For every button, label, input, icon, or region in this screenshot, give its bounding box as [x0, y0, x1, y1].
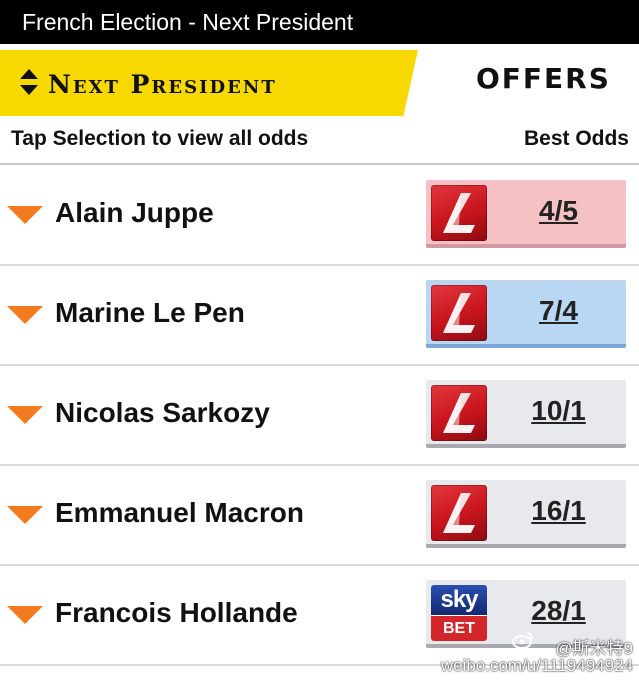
selection-row[interactable]: Nicolas Sarkozy 10/1: [0, 366, 639, 466]
list-subheader: Tap Selection to view all odds Best Odds: [0, 116, 639, 165]
ladbrokes-l-icon: [431, 485, 487, 541]
selection-row[interactable]: Marine Le Pen 7/4: [0, 266, 639, 366]
selection-row[interactable]: Francois Hollande sky BET 28/1: [0, 566, 639, 666]
candidate-name[interactable]: Alain Juppe: [55, 196, 214, 230]
selection-row[interactable]: Alain Juppe 4/5: [0, 166, 639, 266]
candidate-name[interactable]: Marine Le Pen: [55, 296, 245, 330]
weibo-logo-icon: [512, 632, 533, 649]
ladbrokes-l-icon: [431, 285, 487, 341]
odds-value[interactable]: 4/5: [496, 194, 621, 228]
candidate-name[interactable]: Emmanuel Macron: [55, 496, 304, 530]
odds-value[interactable]: 28/1: [496, 594, 621, 628]
tab-next-president[interactable]: Next President: [0, 50, 418, 116]
sky-bet-icon: sky BET: [431, 585, 487, 641]
best-odds-button[interactable]: 10/1: [426, 380, 626, 448]
expand-arrow-icon[interactable]: [7, 406, 43, 424]
sort-updown-icon: [20, 69, 38, 95]
tab-next-president-label: Next President: [48, 70, 277, 99]
best-odds-button[interactable]: 16/1: [426, 480, 626, 548]
best-odds-button[interactable]: 4/5: [426, 180, 626, 248]
candidate-name[interactable]: Francois Hollande: [55, 596, 298, 630]
expand-arrow-icon[interactable]: [7, 606, 43, 624]
tap-selection-hint: Tap Selection to view all odds: [11, 127, 309, 150]
ladbrokes-l-icon: [431, 185, 487, 241]
ladbrokes-l-icon: [431, 385, 487, 441]
tab-offers-label: OFFERS: [476, 62, 611, 95]
tab-bar: Next President OFFERS: [0, 50, 639, 116]
candidate-name[interactable]: Nicolas Sarkozy: [55, 396, 270, 430]
sky-bet-logo-top: sky: [431, 585, 487, 615]
odds-value[interactable]: 7/4: [496, 294, 621, 328]
expand-arrow-icon[interactable]: [7, 306, 43, 324]
best-odds-button[interactable]: 7/4: [426, 280, 626, 348]
page-title: French Election - Next President: [22, 9, 354, 35]
app-title-bar: French Election - Next President: [0, 0, 639, 44]
odds-value[interactable]: 10/1: [496, 394, 621, 428]
expand-arrow-icon[interactable]: [7, 206, 43, 224]
tab-offers[interactable]: OFFERS: [418, 50, 639, 116]
odds-value[interactable]: 16/1: [496, 494, 621, 528]
best-odds-heading: Best Odds: [523, 127, 629, 150]
selection-row[interactable]: Emmanuel Macron 16/1: [0, 466, 639, 566]
expand-arrow-icon[interactable]: [7, 506, 43, 524]
sky-bet-logo-bottom: BET: [431, 616, 487, 641]
watermark-url: weibo.com/u/1119494924: [440, 656, 633, 675]
